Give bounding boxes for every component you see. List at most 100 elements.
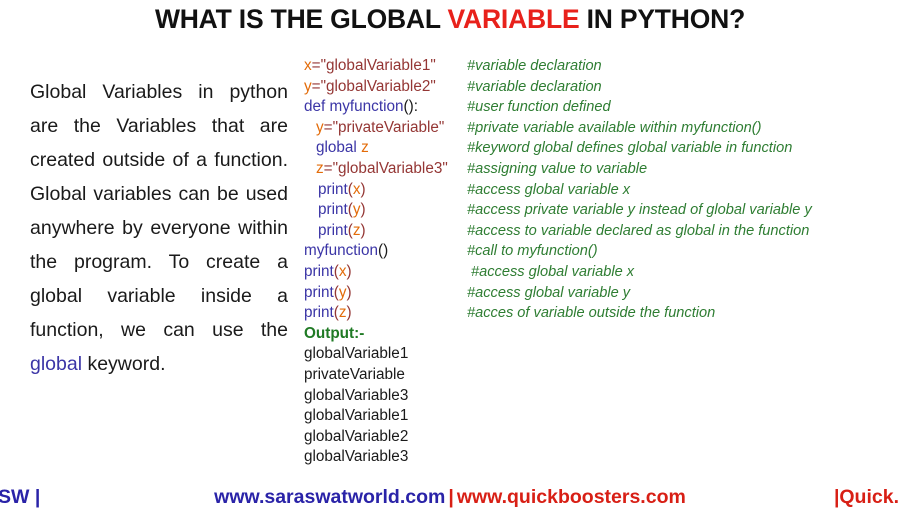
code-token: x [352, 180, 361, 198]
description-column: Global Variables in python are the Varia… [30, 55, 288, 400]
code-tokens: print(x) [304, 262, 352, 283]
code-token: ) [360, 180, 366, 198]
code-token: print [318, 180, 348, 198]
output-line: privateVariable [304, 365, 900, 386]
output-label-line: Output:- [304, 324, 900, 345]
code-tokens: y="globalVariable2" [304, 77, 436, 98]
code-comment: #assigning value to variable [467, 160, 648, 177]
code-token: ="globalVariable2" [311, 77, 436, 95]
code-token: print [318, 221, 348, 239]
code-token: ="globalVariable1" [311, 57, 436, 74]
code-tokens: global z [316, 138, 369, 159]
title-part-two: IN PYTHON? [579, 4, 746, 34]
code-token: z [338, 304, 347, 322]
code-comment: #variable declaration [467, 58, 602, 74]
output-line-text: globalVariable2 [304, 427, 409, 445]
code-token: x [304, 57, 312, 74]
code-token: ) [346, 304, 352, 322]
paragraph-keyword-global: global [30, 352, 83, 375]
output-line: globalVariable1 [304, 344, 900, 365]
code-comment: #access private variable y instead of gl… [467, 202, 812, 219]
code-token: ) [346, 283, 352, 301]
code-token: : [413, 98, 418, 116]
code-tokens: print(y) [304, 283, 352, 304]
code-lines-container: x="globalVariable1" #variable declaration… [304, 56, 900, 324]
code-comment: #access to variable declared as global i… [467, 222, 810, 239]
code-line: def myfunction(): #user function defined [304, 97, 900, 118]
output-line: globalVariable3 [304, 447, 900, 468]
slide-canvas: WHAT IS THE GLOBAL VARIABLE IN PYTHON? G… [0, 0, 900, 515]
output-lines-container: globalVariable1 privateVariable globalVari… [304, 344, 900, 468]
output-line: globalVariable1 [304, 406, 900, 427]
code-tokens: x="globalVariable1" [304, 56, 436, 77]
code-comment: #access global variable x [467, 181, 631, 198]
code-token: print [304, 304, 334, 322]
code-token: myfunction [304, 242, 378, 260]
code-tokens: def myfunction(): [304, 97, 418, 118]
code-comment: #call to myfunction() [467, 243, 598, 260]
output-line: globalVariable2 [304, 427, 900, 448]
code-tokens: z="globalVariable3" [316, 159, 448, 180]
code-comment: #private variable available within myfun… [467, 119, 762, 136]
code-token: global [316, 139, 362, 157]
code-line: myfunction() #call to myfunction() [304, 241, 900, 262]
code-tokens: y="privateVariable" [316, 118, 444, 139]
footer-center-links: www.saraswatworld.com | www.quickboosters.… [0, 484, 900, 510]
code-token: ="privateVariable" [323, 118, 445, 136]
page-title: WHAT IS THE GLOBAL VARIABLE IN PYTHON? [0, 4, 900, 35]
code-comment: #keyword global defines global variable … [467, 140, 793, 157]
code-token: print [304, 283, 334, 301]
code-token: ) [346, 262, 352, 280]
code-token: y [338, 283, 347, 301]
code-line: x="globalVariable1" #variable declaration [304, 56, 900, 77]
title-part-one: WHAT IS THE GLOBAL [154, 4, 448, 34]
code-comment: #acces of variable outside the function [467, 305, 716, 322]
code-line: print(y) #access private variable y inste… [304, 200, 900, 221]
code-token: x [338, 262, 347, 280]
output-line-text: globalVariable3 [304, 448, 409, 466]
output-line-text: globalVariable1 [304, 407, 409, 425]
code-line: z="globalVariable3" #assigning value to v… [304, 159, 900, 180]
code-token: print [304, 262, 334, 280]
output-line-text: privateVariable [304, 365, 405, 383]
code-token: ) [360, 221, 366, 239]
paragraph-text-before: Global Variables in python are the Varia… [30, 80, 288, 341]
code-token: z [352, 221, 361, 239]
code-comment: #access global variable x [471, 263, 635, 280]
code-tokens: print(x) [318, 180, 366, 201]
output-line: globalVariable3 [304, 386, 900, 407]
footer-link-quickboosters[interactable]: www.quickboosters.com [457, 486, 686, 508]
code-line: y="globalVariable2" #variable declaration [304, 77, 900, 98]
footer-right-text: |Quick. [833, 486, 899, 508]
description-paragraph: Global Variables in python are the Varia… [30, 75, 288, 381]
code-line: y="privateVariable" #private variable ava… [304, 118, 900, 139]
output-line-text: globalVariable1 [304, 345, 409, 363]
code-line: print(z) #access to variable declared as … [304, 221, 900, 242]
code-block: x="globalVariable1" #variable declaration… [304, 56, 900, 468]
output-label: Output:- [304, 324, 365, 342]
code-tokens: print(z) [318, 221, 366, 242]
code-token: z [316, 159, 324, 177]
code-token: y [352, 201, 361, 219]
code-token: ="globalVariable3" [323, 159, 448, 177]
footer-separator: | [448, 486, 454, 508]
code-token: def [304, 98, 330, 116]
code-token: y [316, 118, 324, 136]
code-line: print(x) #access global variable x [304, 262, 900, 283]
title-highlight-variable: VARIABLE [447, 4, 580, 34]
code-token: ) [360, 201, 366, 219]
code-token: () [403, 98, 414, 116]
code-tokens: myfunction() [304, 241, 388, 262]
footer-link-saraswatworld[interactable]: www.saraswatworld.com [214, 486, 445, 508]
paragraph-text-after: keyword. [82, 352, 166, 375]
code-tokens: print(z) [304, 303, 352, 324]
code-line: print(x) #access global variable x [304, 180, 900, 201]
code-line: print(y) #access global variable y [304, 283, 900, 304]
code-token: print [318, 201, 348, 219]
code-token: () [377, 242, 389, 260]
code-token: myfunction [329, 98, 404, 116]
code-line: print(z) #acces of variable outside the f… [304, 303, 900, 324]
code-comment: #variable declaration [467, 78, 602, 95]
code-token: z [361, 139, 369, 157]
code-comment: #access global variable y [467, 284, 631, 301]
